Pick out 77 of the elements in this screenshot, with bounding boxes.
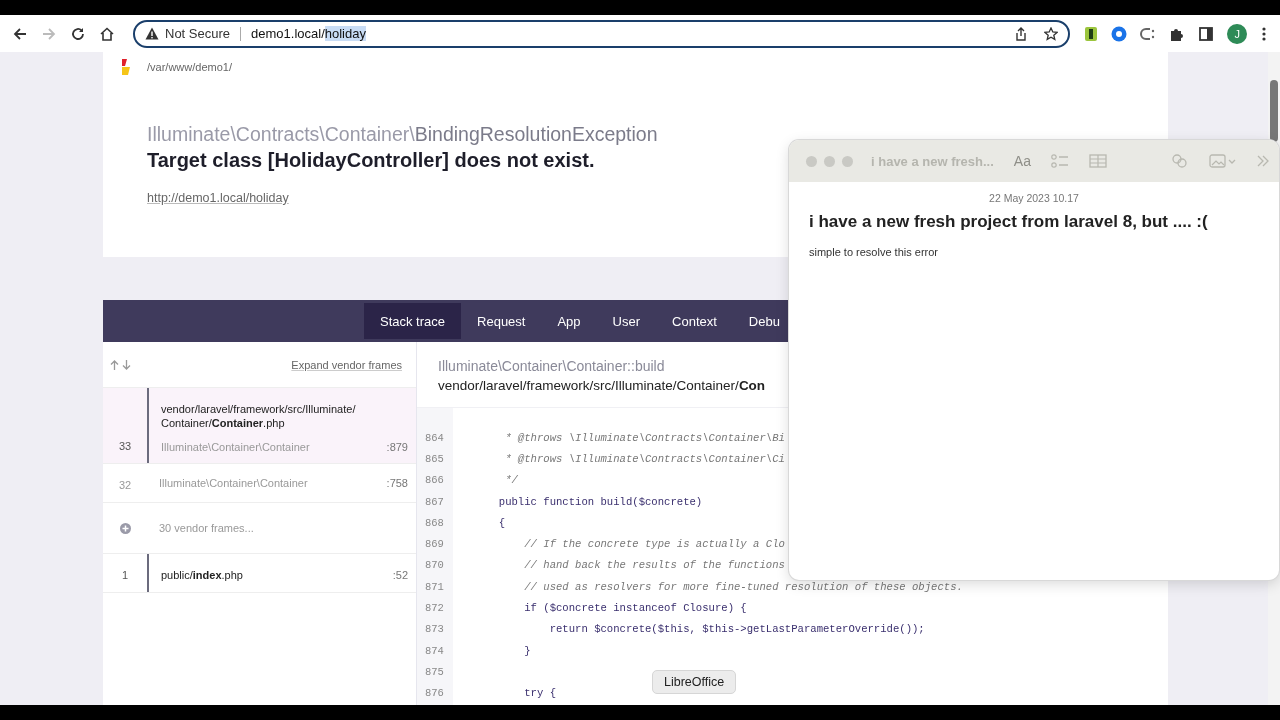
url-text[interactable]: demo1.local/holiday <box>251 26 366 41</box>
line-number: 870 <box>424 559 445 572</box>
code-line: } <box>523 644 531 657</box>
sidebar-icon[interactable] <box>1198 25 1215 42</box>
note-title: i have a new fresh project from laravel 8, but .... :( <box>809 212 1209 232</box>
code-line: * @throws \Illuminate\Contracts\Container\Ci <box>504 452 785 465</box>
code-line: { <box>497 516 506 529</box>
frame-class: Illuminate\Container\Container <box>159 477 308 489</box>
code-line: */ <box>504 474 518 487</box>
code-line: * @throws \Illuminate\Contracts\Container\Bi <box>504 431 785 444</box>
code-line: if ($concrete instanceof Closure) { <box>523 602 747 614</box>
app-path: /var/www/demo1/ <box>147 61 232 73</box>
line-number: 872 <box>424 602 445 614</box>
code-line: try { <box>523 687 556 700</box>
tab[interactable]: Request <box>461 303 542 339</box>
line-number: 868 <box>424 516 445 529</box>
frame-method: Illuminate\Container\Container::build <box>438 358 666 374</box>
line-number: 874 <box>424 644 445 657</box>
logo-icon <box>121 59 131 75</box>
frame-number: 1 <box>120 568 130 583</box>
frame-file-path: vendor/laravel/framework/src/Illuminate/Container/Con <box>438 378 767 393</box>
stack-frame[interactable]: 33 vendor/laravel/framework/src/Illuminate/Container/Container.php Illuminate\Container\Container :879 <box>103 388 416 464</box>
profile-avatar[interactable]: J <box>1227 23 1247 44</box>
menu-icon[interactable] <box>1261 25 1267 42</box>
tab[interactable]: Stack trace <box>364 303 462 339</box>
request-url-link[interactable]: http://demo1.local/holiday <box>147 191 289 205</box>
frame-number: 33 <box>117 439 133 454</box>
frame-line: :758 <box>386 477 408 489</box>
address-bar[interactable]: Not Secure demo1.local/holiday <box>133 19 1071 48</box>
extension-icon[interactable] <box>1084 25 1099 42</box>
exception-class: BindingResolutionException <box>414 123 658 145</box>
tab[interactable]: Debu <box>732 303 780 339</box>
line-number: 865 <box>424 452 445 465</box>
code-line: // hand back the results of the functions <box>523 559 785 572</box>
reload-icon[interactable] <box>70 25 86 42</box>
tab[interactable]: Context <box>656 303 733 339</box>
error-message: Target class [HolidayController] does not exist. <box>147 149 595 172</box>
stack-frame[interactable]: 32 Illuminate\Container\Container :758 <box>103 464 416 503</box>
code-line: // used as resolvers for more fine-tuned resolution of these objects. <box>523 580 963 593</box>
line-number: 876 <box>424 687 445 700</box>
stack-frame[interactable]: 1 public/index.php :52 <box>103 554 416 593</box>
warning-icon <box>145 27 159 40</box>
dock-tooltip: LibreOffice <box>652 670 737 694</box>
home-icon[interactable] <box>99 25 115 42</box>
expand-vendor-frames-link[interactable]: Expand vendor frames <box>291 358 402 371</box>
code-line: public function build($concrete) <box>497 495 703 508</box>
note-date: 22 May 2023 10.17 <box>988 192 1080 204</box>
checklist-icon[interactable] <box>1050 154 1069 168</box>
star-icon[interactable] <box>1044 26 1059 41</box>
line-number: 866 <box>424 474 445 487</box>
plus-circle-icon[interactable] <box>119 522 131 534</box>
extension-icon[interactable] <box>1140 25 1157 42</box>
line-number: 867 <box>424 495 445 508</box>
security-label[interactable]: Not Secure <box>165 26 231 41</box>
frame-file: public/index.php <box>161 568 243 582</box>
line-number: 873 <box>424 623 445 636</box>
exception-namespace: Illuminate\Contracts\Container\ <box>147 123 415 145</box>
down-arrow-icon[interactable] <box>122 359 131 370</box>
frame-file: vendor/laravel/framework/src/Illuminate/Container/Container.php <box>161 402 357 430</box>
frame-number: 32 <box>117 478 133 493</box>
note-text: simple to resolve this error <box>809 246 939 258</box>
frame-class: Illuminate\Container\Container <box>161 441 310 453</box>
tab[interactable]: User <box>596 303 657 339</box>
code-line: // If the concrete type is actually a Clo <box>523 538 785 551</box>
tab[interactable]: App <box>541 303 597 339</box>
line-number: 869 <box>424 538 445 551</box>
frame-line: :879 <box>386 441 408 453</box>
up-arrow-icon[interactable] <box>110 359 119 370</box>
code-line: return $concrete($this, $this->getLastParameterOverride()); <box>548 623 925 636</box>
share-icon[interactable] <box>1014 26 1029 41</box>
frame-line: :52 <box>392 569 408 581</box>
back-icon[interactable] <box>12 25 28 42</box>
line-number: 864 <box>424 431 445 444</box>
scrollbar-thumb[interactable] <box>1270 80 1278 142</box>
line-number: 875 <box>424 665 445 678</box>
line-number: 871 <box>424 580 445 593</box>
forward-icon[interactable] <box>41 25 57 42</box>
